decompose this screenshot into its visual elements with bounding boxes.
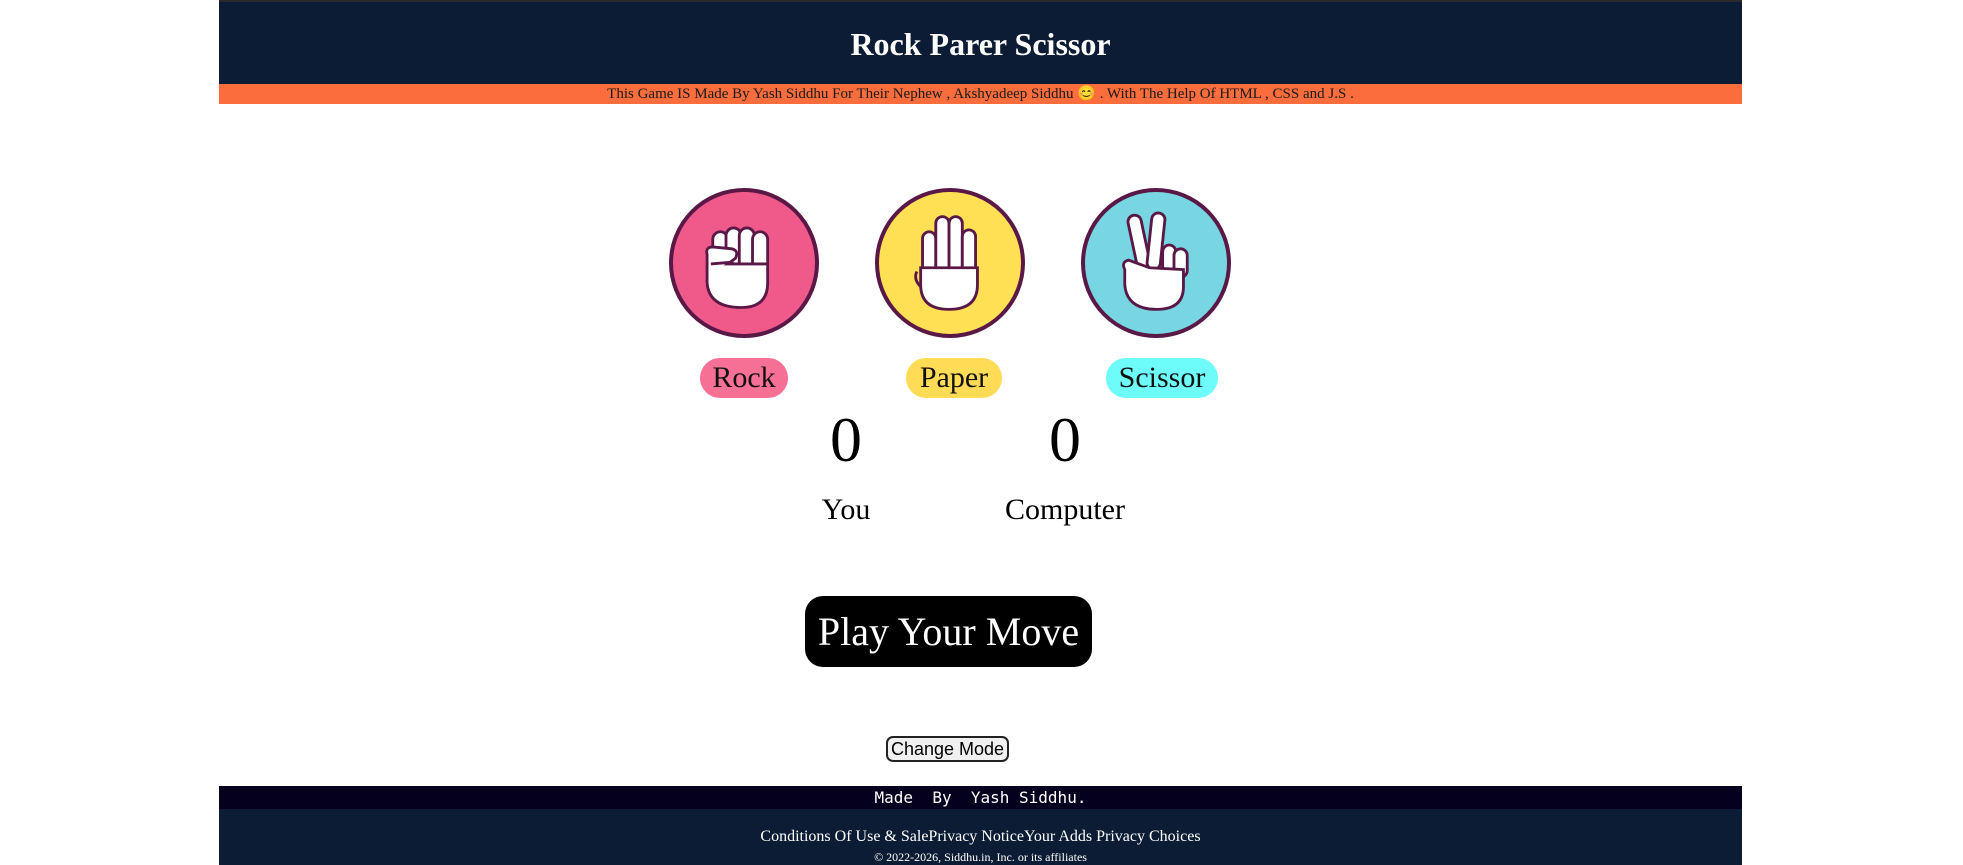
open-hand-icon [914,215,979,311]
page-container: Rock Parer Scissor This Game IS Made By … [219,0,1742,865]
footer-link-ads-privacy[interactable]: Your Adds Privacy Choices [1024,828,1201,845]
footer: Conditions Of Use & SalePrivacy NoticeYo… [219,809,1742,865]
footer-link-conditions[interactable]: Conditions Of Use & Sale [760,828,928,845]
fist-icon [705,226,770,309]
header-bar: Rock Parer Scissor [219,0,1742,84]
computer-label: Computer [1005,493,1125,526]
made-by-bar: Made By Yash Siddhu. [219,786,1742,809]
paper-label[interactable]: Paper [906,358,1002,398]
rock-label[interactable]: Rock [700,358,788,398]
scissor-label[interactable]: Scissor [1106,358,1218,398]
notice-banner: This Game IS Made By Yash Siddhu For The… [219,84,1742,104]
page-title: Rock Parer Scissor [850,26,1111,62]
you-label: You [821,493,871,526]
computer-score: 0 [1049,404,1081,475]
peace-hand-icon [1122,211,1189,311]
your-score: 0 [830,404,862,475]
rock-choice[interactable] [669,188,819,338]
copyright: © 2022-2026, Siddhu.in, Inc. or its affi… [874,850,1087,864]
play-move-button[interactable]: Play Your Move [805,596,1092,667]
footer-links: Conditions Of Use & SalePrivacy NoticeYo… [219,827,1742,847]
footer-link-privacy-notice[interactable]: Privacy Notice [928,828,1024,845]
scissor-choice[interactable] [1081,188,1231,338]
change-mode-button[interactable]: Change Mode [886,736,1009,762]
paper-choice[interactable] [875,188,1025,338]
